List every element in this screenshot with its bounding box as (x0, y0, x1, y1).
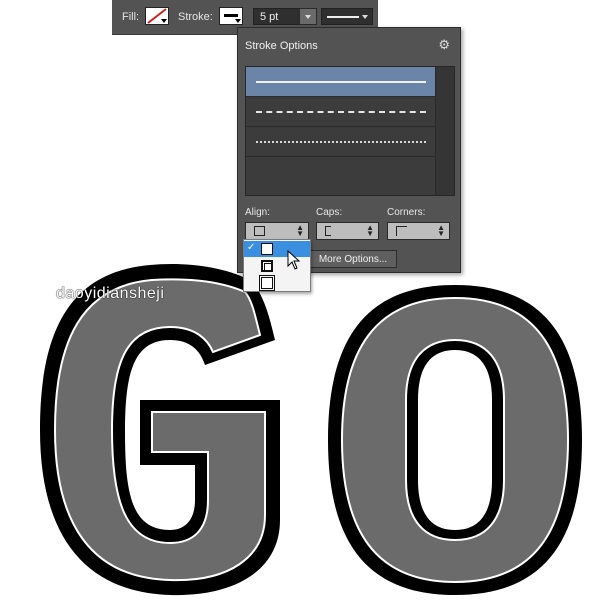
align-label: Align: (245, 207, 271, 218)
stroke-profile-dropdown[interactable] (321, 8, 373, 25)
stroke-sample-icon (224, 14, 238, 17)
more-options-button[interactable]: More Options... (309, 250, 397, 268)
butt-cap-icon (325, 226, 331, 236)
profile-line-icon (327, 16, 359, 18)
corners-dropdown[interactable]: ▲ ▼ (387, 222, 450, 240)
updown-arrow-icon: ▲ ▼ (296, 223, 304, 238)
dotted-line-icon (256, 141, 426, 143)
letter-o[interactable] (328, 285, 582, 595)
solid-line-icon (256, 81, 426, 83)
corners-label: Corners: (387, 207, 426, 218)
fill-label: Fill: (122, 11, 140, 23)
gear-icon[interactable]: ⚙ (438, 37, 450, 53)
fill-swatch[interactable] (145, 7, 169, 25)
miter-corner-icon (396, 226, 407, 236)
align-outside-icon (259, 275, 275, 291)
align-center-icon (254, 226, 265, 236)
align-inside-icon (261, 260, 273, 272)
profile-dotted[interactable] (246, 127, 436, 157)
dashed-line-icon (256, 111, 426, 113)
stroke-weight-dropdown[interactable] (299, 8, 317, 25)
watermark-text: daoyidiansheji (56, 285, 165, 302)
workspace: daoyidiansheji Fill: Stroke: 5 pt Stroke… (0, 0, 600, 600)
stroke-label: Stroke: (178, 11, 213, 23)
align-menu-item-outside[interactable] (244, 275, 310, 291)
profile-list-scrollbar[interactable] (435, 67, 454, 195)
check-icon: ✓ (247, 242, 256, 253)
caps-dropdown[interactable]: ▲ ▼ (316, 222, 379, 240)
profile-solid[interactable] (246, 67, 436, 97)
mouse-pointer-icon (287, 250, 301, 270)
chevron-down-icon (161, 19, 167, 23)
stroke-swatch[interactable] (219, 7, 243, 25)
chevron-down-icon (235, 19, 241, 23)
align-dropdown[interactable]: ▲ ▼ (245, 222, 309, 240)
align-center-icon (261, 243, 273, 255)
profile-dashed[interactable] (246, 97, 436, 127)
stroke-options-panel: Stroke Options ⚙ Align: Caps: Corners: ▲… (237, 27, 461, 273)
chevron-down-icon (362, 15, 368, 19)
caps-label: Caps: (316, 207, 343, 218)
panel-title: Stroke Options (245, 40, 318, 52)
stroke-profile-list (245, 66, 455, 196)
updown-arrow-icon: ▲ ▼ (366, 223, 374, 238)
updown-arrow-icon: ▲ ▼ (437, 223, 445, 238)
letter-g[interactable] (40, 263, 280, 596)
